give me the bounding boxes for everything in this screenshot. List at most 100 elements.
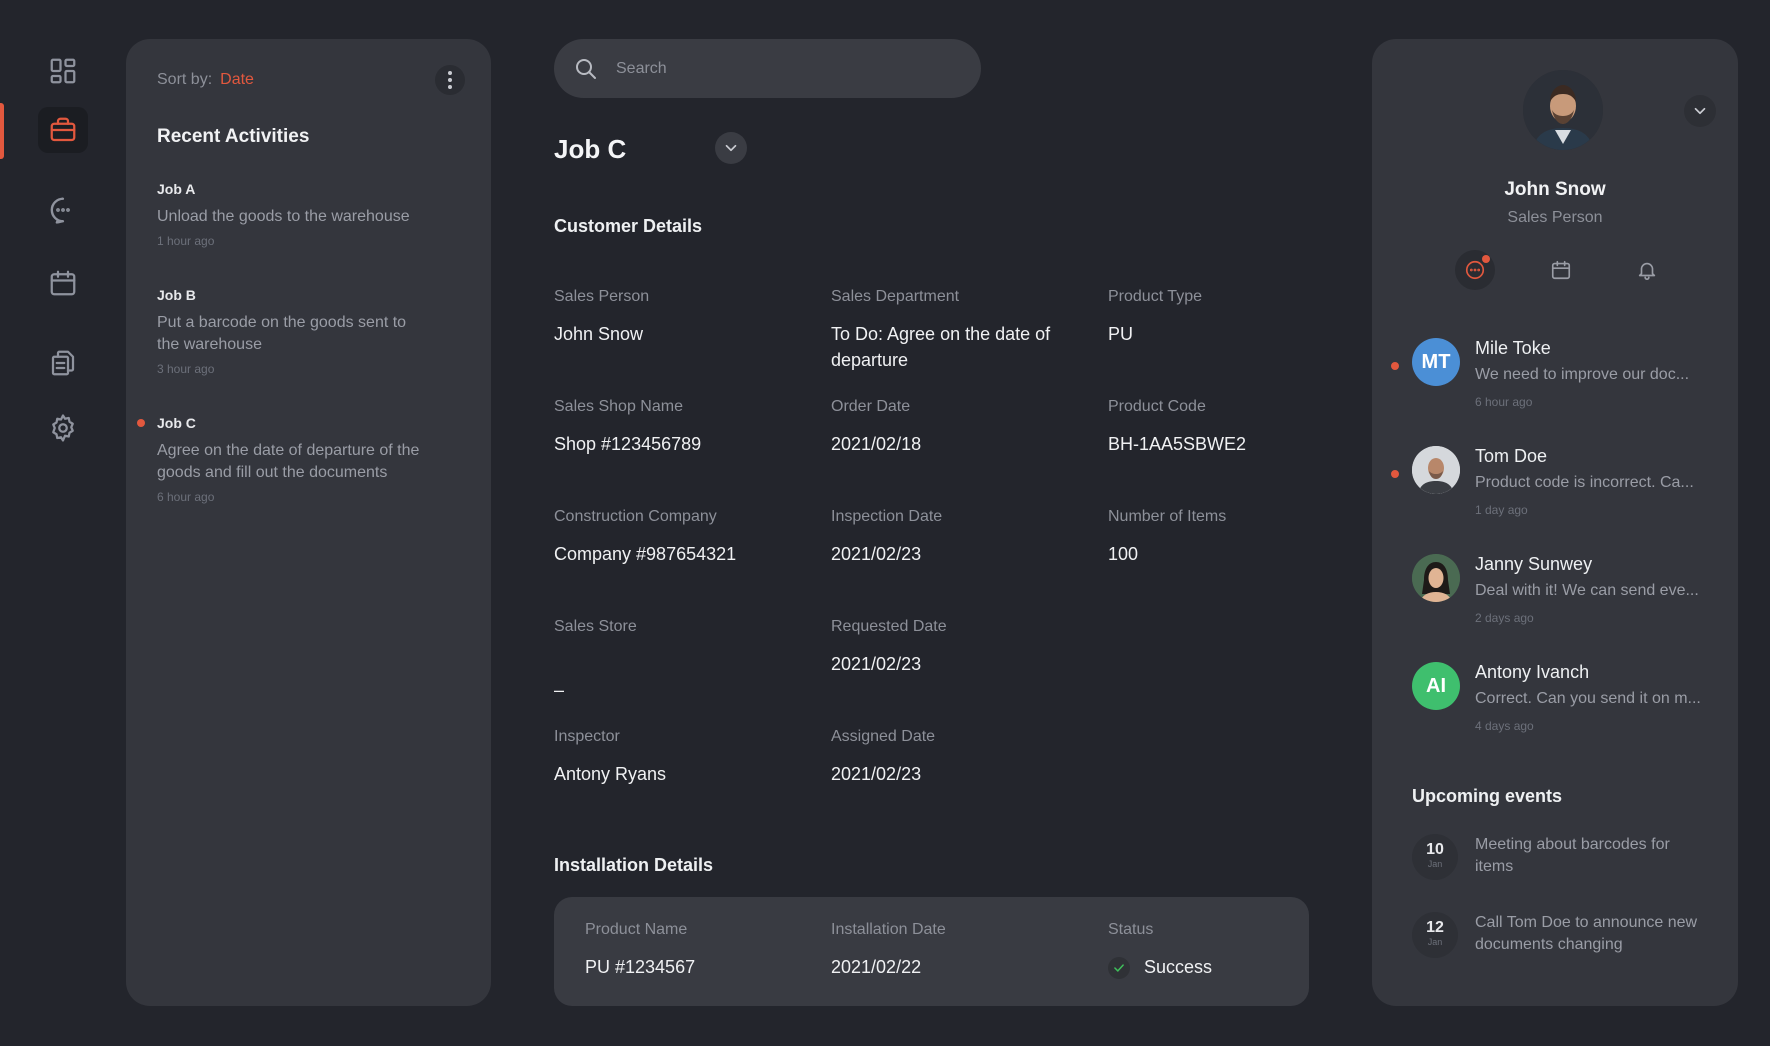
field-value: 2021/02/18 xyxy=(831,434,922,454)
field-value: 2021/02/23 xyxy=(831,544,922,564)
field-value: PU xyxy=(1108,324,1134,344)
message-time: 6 hour ago xyxy=(1475,395,1533,409)
field-requested-date: Requested Date 2021/02/23 xyxy=(831,618,1081,677)
field-inspector: Inspector Antony Ryans xyxy=(554,728,804,787)
nav-settings[interactable] xyxy=(38,405,88,451)
activity-item[interactable]: Job A Unload the goods to the warehouse … xyxy=(157,181,457,248)
field-label: Number of Items xyxy=(1108,508,1227,525)
message-time: 4 days ago xyxy=(1475,719,1534,733)
event-month: Jan xyxy=(1427,937,1443,947)
message-sender: Mile Toke xyxy=(1475,338,1551,358)
more-dot-icon xyxy=(448,78,452,82)
search-input[interactable]: Search xyxy=(616,60,667,78)
field-label: Product Name xyxy=(585,921,688,938)
field-label: Status xyxy=(1108,921,1154,938)
message-preview: Correct. Can you send it on m... xyxy=(1475,690,1701,707)
message-preview: Deal with it! We can send eve... xyxy=(1475,582,1699,599)
documents-icon xyxy=(51,350,75,376)
activity-time: 3 hour ago xyxy=(157,362,215,376)
activity-job: Job B xyxy=(157,287,196,303)
field-value: To Do: Agree on the date of departure xyxy=(831,324,1051,370)
field-value: 2021/02/22 xyxy=(831,957,922,977)
event-text: Call Tom Doe to announce new documents c… xyxy=(1475,914,1698,953)
field-value: – xyxy=(554,680,565,700)
activities-panel: Sort by: Date Recent Activities Job A Unl… xyxy=(126,39,491,1006)
unread-dot xyxy=(1391,362,1399,370)
unread-dot xyxy=(1391,470,1399,478)
job-dropdown-button[interactable] xyxy=(715,132,747,164)
more-dot-icon xyxy=(448,85,452,89)
activity-item-active[interactable]: Job C Agree on the date of departure of … xyxy=(137,415,437,504)
profile-menu-button[interactable] xyxy=(1684,95,1716,127)
search-bar[interactable]: Search xyxy=(554,39,981,98)
sort-control[interactable]: Sort by: Date xyxy=(157,71,254,89)
field-value: Antony Ryans xyxy=(554,764,667,784)
event-text: Meeting about barcodes for items xyxy=(1475,836,1670,875)
field-label: Requested Date xyxy=(831,618,947,635)
event-item[interactable]: 10 Jan Meeting about barcodes for items xyxy=(1412,834,1712,884)
check-icon xyxy=(1108,957,1130,980)
active-dot xyxy=(137,419,145,427)
chat-icon xyxy=(50,197,70,224)
sort-label: Sort by: xyxy=(157,71,213,88)
field-label: Product Code xyxy=(1108,398,1206,415)
avatar[interactable] xyxy=(1523,70,1603,150)
installation-card: Product Name PU #1234567 Installation Da… xyxy=(554,897,1309,1006)
nav-jobs[interactable] xyxy=(38,107,88,153)
field-label: Sales Store xyxy=(554,618,637,635)
field-label: Construction Company xyxy=(554,508,717,525)
field-value: 2021/02/23 xyxy=(831,654,922,674)
sort-value[interactable]: Date xyxy=(220,71,254,88)
field-label: Order Date xyxy=(831,398,911,415)
activity-item[interactable]: Job B Put a barcode on the goods sent to… xyxy=(157,287,417,376)
field-label: Sales Shop Name xyxy=(554,398,683,415)
status-value: Success xyxy=(1108,954,1298,980)
nav-messages[interactable] xyxy=(38,187,88,233)
field-installation-date: Installation Date 2021/02/22 xyxy=(831,921,1061,980)
field-assigned-date: Assigned Date 2021/02/23 xyxy=(831,728,1081,787)
message-preview: Product code is incorrect. Ca... xyxy=(1475,474,1694,491)
profile-name: John Snow xyxy=(1504,179,1606,200)
more-options-button[interactable] xyxy=(435,65,465,95)
activity-time: 1 hour ago xyxy=(157,234,215,248)
event-month: Jan xyxy=(1427,859,1443,869)
field-sales-person: Sales Person John Snow xyxy=(554,288,804,347)
field-sales-department: Sales Department To Do: Agree on the dat… xyxy=(831,288,1051,373)
chat-icon xyxy=(1465,260,1485,280)
calendar-icon xyxy=(1551,260,1571,280)
message-item[interactable]: AI Antony Ivanch Correct. Can you send i… xyxy=(1412,662,1712,742)
message-item[interactable]: MT Mile Toke We need to improve our doc.… xyxy=(1391,338,1712,418)
tab-notifications[interactable] xyxy=(1627,250,1667,290)
briefcase-icon xyxy=(50,117,76,142)
calendar-icon xyxy=(50,270,76,296)
field-label: Assigned Date xyxy=(831,728,936,745)
field-product-name: Product Name PU #1234567 xyxy=(585,921,815,980)
nav-calendar[interactable] xyxy=(38,260,88,306)
event-item[interactable]: 12 Jan Call Tom Doe to announce new docu… xyxy=(1412,912,1712,962)
user-avatar-image xyxy=(1412,446,1460,494)
field-label: Installation Date xyxy=(831,921,946,938)
activity-time: 6 hour ago xyxy=(157,490,215,504)
field-value: PU #1234567 xyxy=(585,957,696,977)
field-value: 100 xyxy=(1108,544,1139,564)
message-item[interactable]: Tom Doe Product code is incorrect. Ca...… xyxy=(1391,446,1712,526)
profile-panel: John Snow Sales Person MT Mile Toke We n… xyxy=(1372,39,1738,1006)
nav-dashboard[interactable] xyxy=(38,48,88,94)
avatar xyxy=(1412,554,1460,602)
tab-messages[interactable] xyxy=(1455,250,1495,290)
message-item[interactable]: Janny Sunwey Deal with it! We can send e… xyxy=(1412,554,1712,634)
field-value: 2021/02/23 xyxy=(831,764,922,784)
event-day: 12 xyxy=(1426,919,1444,936)
avatar xyxy=(1412,446,1460,494)
avatar: MT xyxy=(1412,338,1460,386)
field-value: Shop #123456789 xyxy=(554,434,702,454)
recent-activities-title: Recent Activities xyxy=(157,126,310,147)
activity-desc: Unload the goods to the warehouse xyxy=(157,208,410,225)
nav-documents[interactable] xyxy=(38,340,88,386)
event-day: 10 xyxy=(1426,841,1444,858)
message-sender: Janny Sunwey xyxy=(1475,554,1593,574)
field-value: Company #987654321 xyxy=(554,544,737,564)
activity-job: Job C xyxy=(157,415,196,431)
tab-calendar[interactable] xyxy=(1541,250,1581,290)
field-label: Sales Person xyxy=(554,288,650,305)
